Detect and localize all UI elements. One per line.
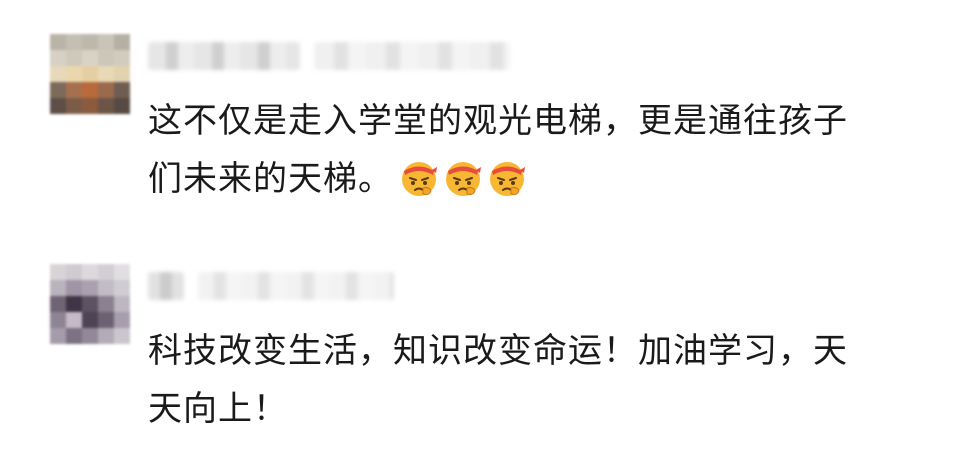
comment-text-line2: 们未来的天梯。: [148, 159, 393, 199]
determined-face-headband-icon: [490, 162, 525, 196]
comment-text: 科技改变生活，知识改变命运！加油学习，天 天向上！: [148, 322, 908, 438]
username-blurred[interactable]: [148, 272, 184, 300]
comment-item: 科技改变生活，知识改变命运！加油学习，天 天向上！: [0, 248, 960, 461]
comment-text-line2: 天向上！: [148, 389, 288, 429]
avatar-blurred[interactable]: [50, 34, 130, 114]
determined-face-headband-icon: [402, 162, 437, 196]
username-blurred[interactable]: [148, 42, 300, 70]
comment-text: 这不仅是走入学堂的观光电梯，更是通往孩子 们未来的天梯。: [148, 92, 908, 208]
meta-blurred: [198, 272, 394, 300]
comment-text-line1: 这不仅是走入学堂的观光电梯，更是通往孩子: [148, 101, 848, 141]
username-row: [148, 264, 408, 308]
username-row: [148, 34, 524, 78]
avatar-blurred[interactable]: [50, 264, 130, 344]
comment-item: 这不仅是走入学堂的观光电梯，更是通往孩子 们未来的天梯。: [0, 0, 960, 230]
determined-face-headband-icon: [446, 162, 481, 196]
emoji-group: [399, 158, 531, 198]
comment-text-line1: 科技改变生活，知识改变命运！加油学习，天: [148, 331, 848, 371]
meta-blurred: [314, 42, 510, 70]
